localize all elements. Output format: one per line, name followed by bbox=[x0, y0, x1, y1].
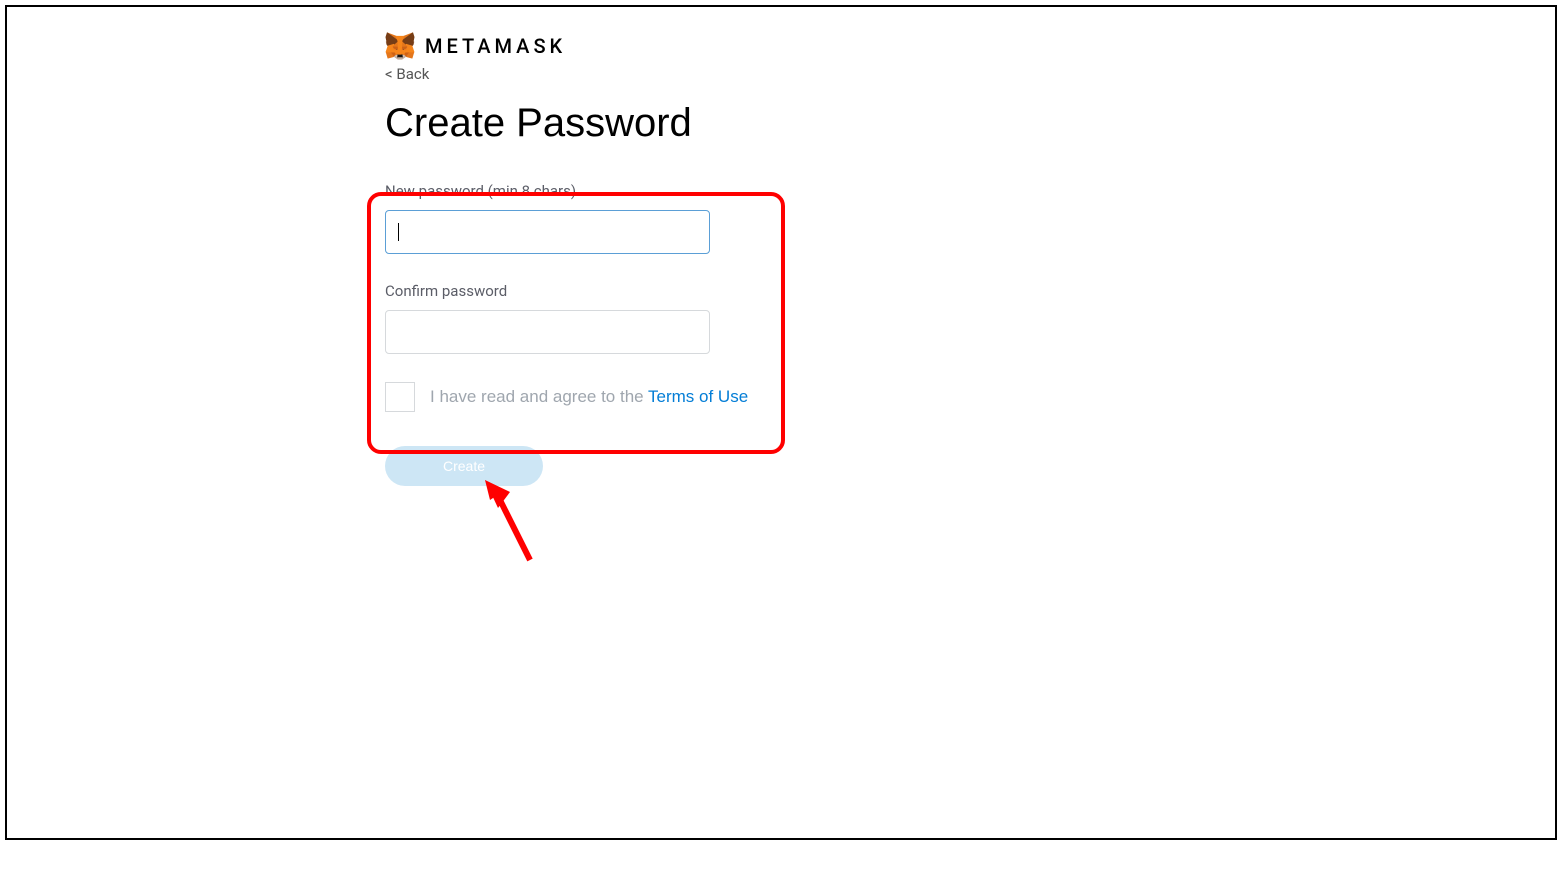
create-button[interactable]: Create bbox=[385, 446, 543, 486]
confirm-password-input[interactable] bbox=[385, 310, 710, 354]
confirm-password-label: Confirm password bbox=[385, 282, 1185, 300]
brand-name: METAMASK bbox=[425, 34, 566, 58]
terms-of-use-link[interactable]: Terms of Use bbox=[648, 387, 748, 406]
metamask-fox-icon bbox=[385, 32, 415, 60]
terms-checkbox[interactable] bbox=[385, 382, 415, 412]
page-title: Create Password bbox=[385, 101, 1185, 146]
new-password-input[interactable] bbox=[385, 210, 710, 254]
brand-header: METAMASK bbox=[385, 32, 1185, 60]
new-password-label: New password (min 8 chars) bbox=[385, 182, 1185, 200]
terms-text: I have read and agree to the Terms of Us… bbox=[430, 387, 748, 407]
back-link[interactable]: < Back bbox=[385, 65, 429, 83]
